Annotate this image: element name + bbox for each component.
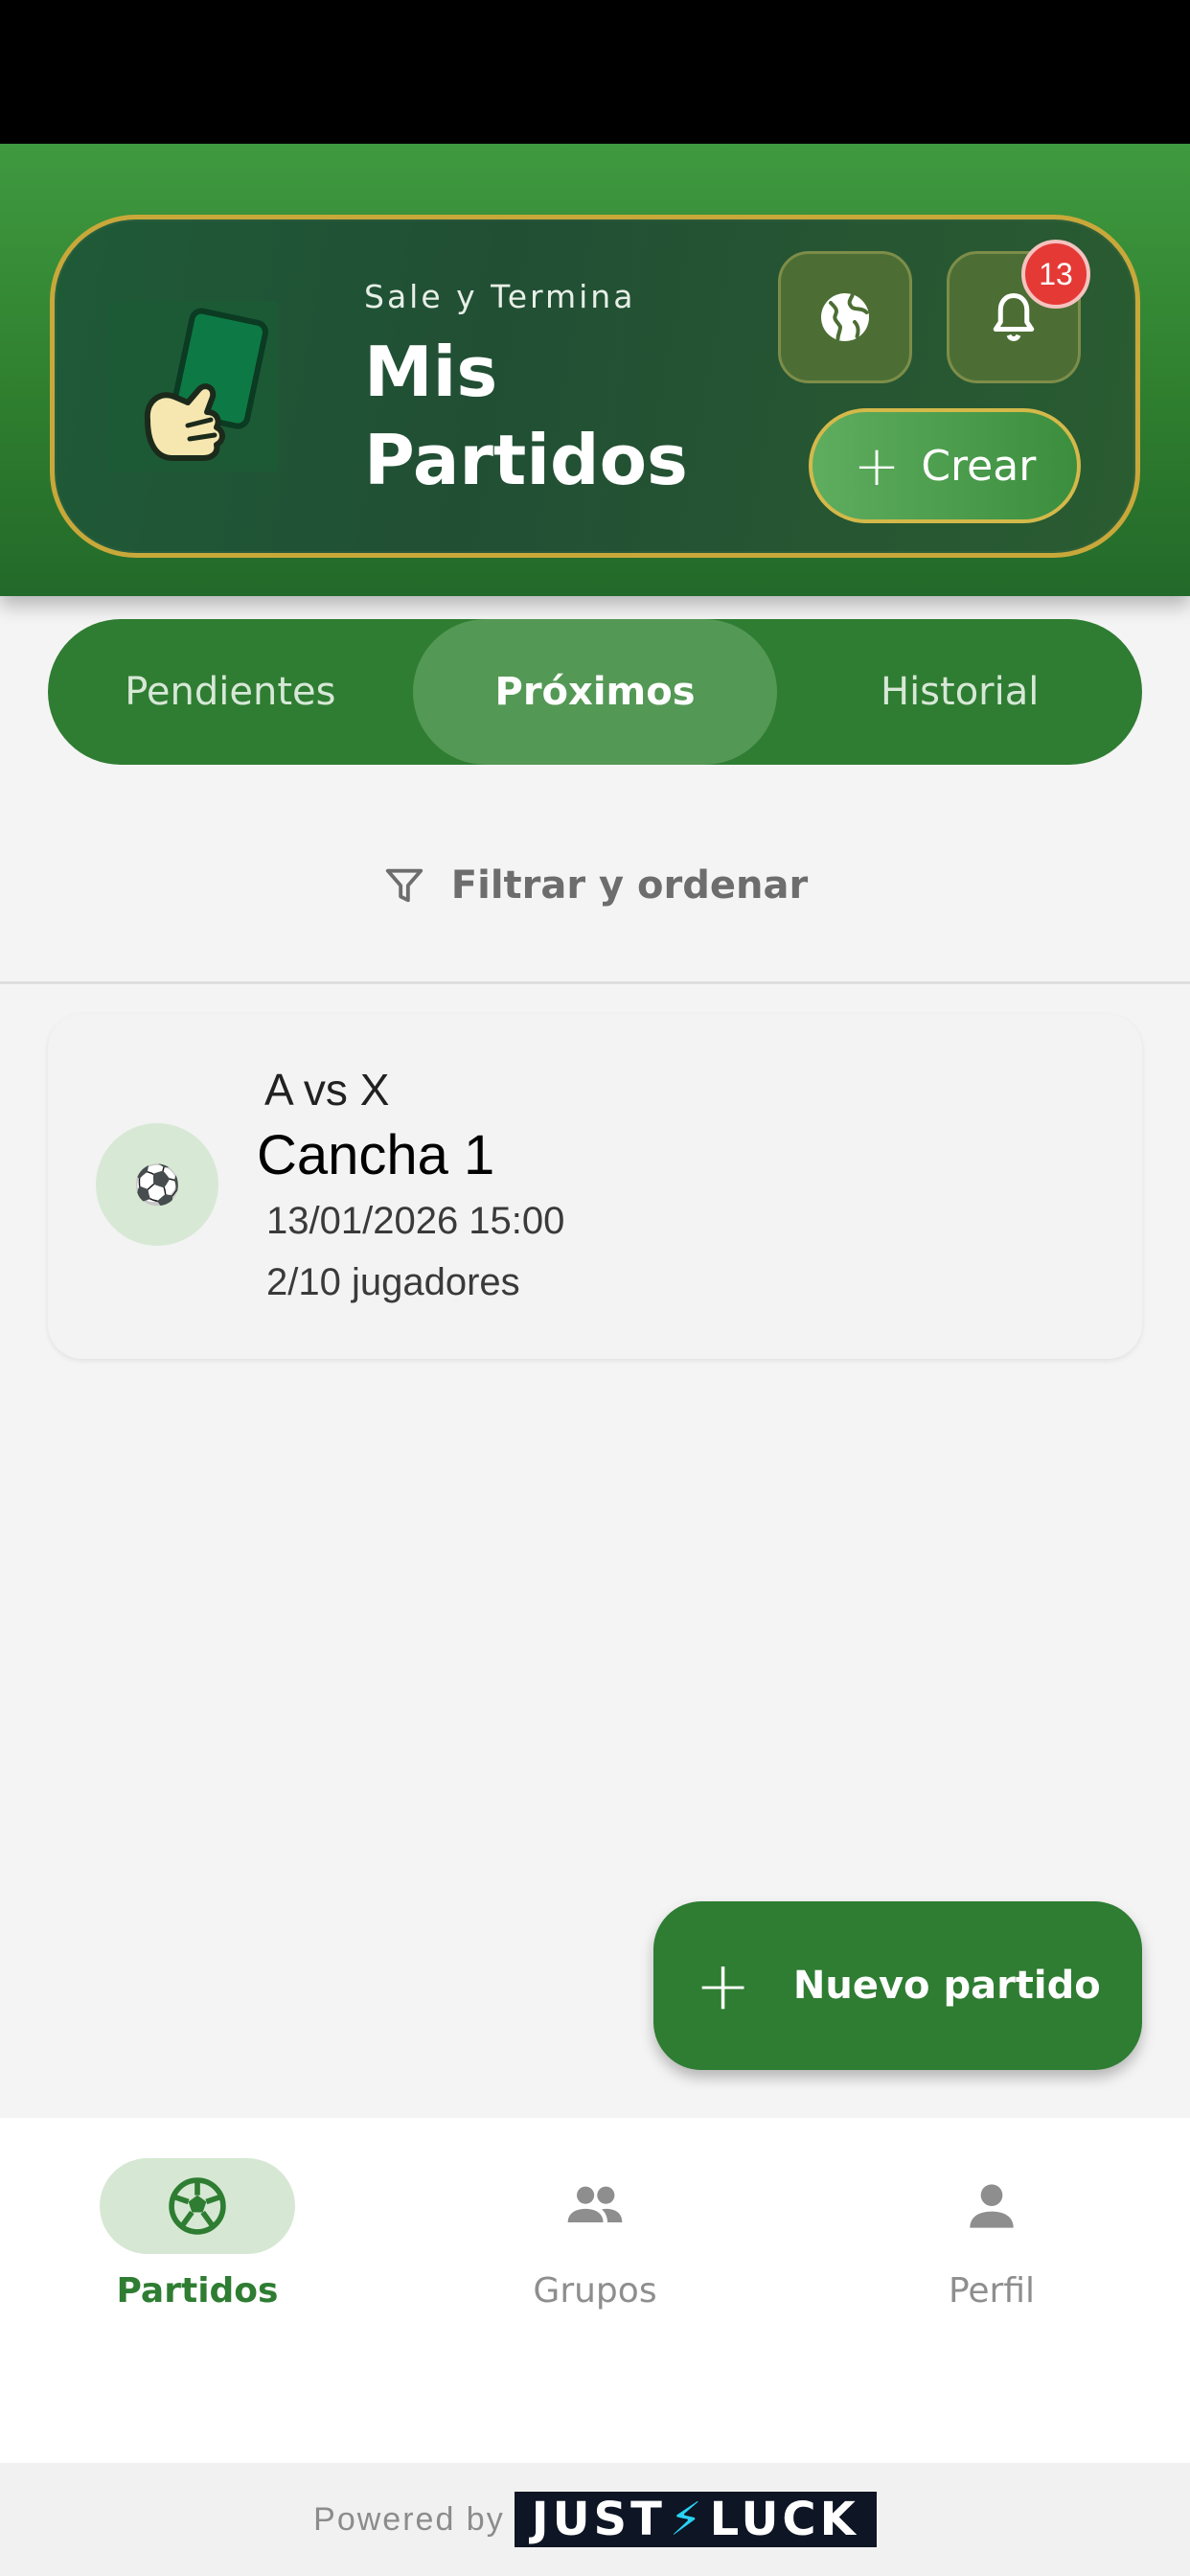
filter-sort-button[interactable]: Filtrar y ordenar bbox=[0, 847, 1190, 924]
match-title: A vs X bbox=[264, 1065, 390, 1115]
create-button[interactable]: + Crear bbox=[809, 408, 1081, 523]
new-match-label: Nuevo partido bbox=[792, 1964, 1101, 2008]
soccer-ball-avatar: ⚽ bbox=[96, 1123, 218, 1246]
person-icon bbox=[970, 2184, 1014, 2228]
lightning-icon: ⚡ bbox=[669, 2493, 706, 2546]
tab-proximos[interactable]: Próximos bbox=[412, 619, 778, 765]
nav-label-perfil: Perfil bbox=[948, 2271, 1036, 2311]
match-players: 2/10 jugadores bbox=[266, 1261, 520, 1303]
nav-icon-container bbox=[497, 2158, 693, 2254]
filter-icon bbox=[385, 868, 423, 903]
tab-historial[interactable]: Historial bbox=[777, 619, 1142, 765]
green-card-hand-logo-icon bbox=[107, 301, 278, 472]
divider bbox=[0, 981, 1190, 984]
plus-icon: + bbox=[695, 1946, 751, 2025]
nav-active-indicator bbox=[100, 2158, 295, 2254]
match-datetime: 13/01/2026 15:00 bbox=[266, 1200, 565, 1242]
tab-pendientes[interactable]: Pendientes bbox=[48, 619, 413, 765]
group-icon bbox=[567, 2186, 623, 2222]
match-field: Cancha 1 bbox=[257, 1124, 495, 1186]
app-logo bbox=[107, 301, 278, 472]
plus-icon: + bbox=[853, 433, 901, 498]
nav-label-grupos: Grupos bbox=[533, 2271, 657, 2311]
brand-right: LUCK bbox=[709, 2493, 859, 2546]
create-button-label: Crear bbox=[921, 441, 1037, 491]
footer: Powered by JUST ⚡ LUCK bbox=[0, 2463, 1190, 2576]
language-button[interactable] bbox=[778, 251, 912, 383]
globe-icon bbox=[821, 293, 869, 341]
match-tabs: Pendientes Próximos Historial bbox=[48, 619, 1142, 765]
soccer-ball-icon: ⚽ bbox=[133, 1163, 181, 1207]
nav-item-partidos[interactable]: Partidos bbox=[54, 2158, 341, 2331]
app-subtitle: Sale y Termina bbox=[364, 278, 636, 315]
filter-label: Filtrar y ordenar bbox=[450, 863, 809, 908]
powered-by-label: Powered by bbox=[313, 2500, 505, 2538]
brand-left: JUST bbox=[531, 2493, 666, 2546]
nav-label-partidos: Partidos bbox=[116, 2271, 279, 2311]
new-match-button[interactable]: + Nuevo partido bbox=[653, 1901, 1142, 2070]
justluck-logo: JUST ⚡ LUCK bbox=[514, 2492, 877, 2547]
status-bar bbox=[0, 0, 1190, 144]
notification-badge: 13 bbox=[1021, 240, 1090, 309]
nav-icon-container bbox=[894, 2158, 1089, 2254]
nav-item-perfil[interactable]: Perfil bbox=[848, 2158, 1135, 2331]
page-title: Mis Partidos bbox=[364, 332, 688, 500]
nav-item-grupos[interactable]: Grupos bbox=[451, 2158, 739, 2331]
soccer-ball-icon bbox=[169, 2177, 226, 2235]
